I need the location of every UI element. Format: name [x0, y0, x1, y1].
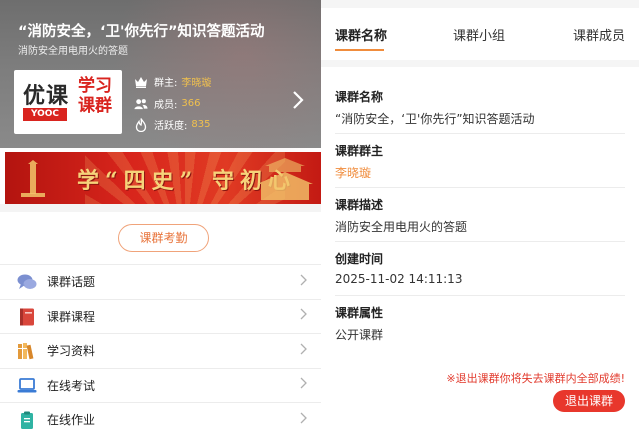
- info-label: 创建时间: [335, 252, 384, 266]
- menu-item-label: 在线考试: [47, 378, 96, 393]
- info-label: 课群名称: [335, 90, 384, 104]
- people-icon: [134, 97, 148, 111]
- chevron-right-icon: [300, 274, 307, 290]
- crown-icon: [134, 75, 148, 89]
- chevron-right-icon: [300, 412, 307, 428]
- attendance-button[interactable]: 课群考勤: [118, 224, 209, 252]
- tab-group-name[interactable]: 课群名称: [335, 25, 387, 44]
- info-label: 课群群主: [335, 144, 384, 158]
- menu-item-label: 课群课程: [47, 309, 96, 324]
- owner-label: 群主:: [154, 78, 178, 89]
- group-description: 消防安全用电用火的答题: [18, 46, 128, 57]
- chevron-right-icon: [300, 343, 307, 359]
- chevron-right-icon: [300, 377, 307, 393]
- menu-item-courses[interactable]: 课群课程: [0, 298, 321, 334]
- info-tabs: 课群名称 课群小组 课群成员: [321, 8, 639, 60]
- info-value: “消防安全，‘卫'你先行”知识答题活动: [335, 112, 535, 126]
- flame-icon: [134, 117, 148, 132]
- laptop-icon: [17, 377, 37, 392]
- chevron-right-icon[interactable]: [292, 90, 304, 115]
- info-value: 消防安全用电用火的答题: [335, 220, 468, 234]
- activity-value: 835: [191, 119, 211, 130]
- section-divider: [0, 204, 321, 212]
- info-row-created: 创建时间 2025-11-02 14:11:13: [335, 250, 625, 296]
- menu-item-label: 课群话题: [47, 275, 96, 290]
- menu-item-exams[interactable]: 在线考试: [0, 367, 321, 403]
- menu-item-materials[interactable]: 学习资料: [0, 333, 321, 368]
- owner-name[interactable]: 李晓璇: [181, 74, 211, 89]
- menu-item-label: 学习资料: [47, 344, 96, 359]
- info-row-name: 课群名称 “消防安全，‘卫'你先行”知识答题活动: [335, 88, 625, 134]
- logo-brand-en: YOOC: [23, 108, 67, 121]
- info-value: 公开课群: [335, 328, 384, 342]
- chevron-right-icon: [300, 308, 307, 324]
- group-owner: 群主: 李晓璇: [134, 74, 211, 89]
- book-icon: [20, 308, 34, 325]
- tiananmen-icon: [257, 158, 313, 200]
- chat-bubbles-icon: [17, 274, 37, 289]
- info-value: 2025-11-02 14:11:13: [335, 272, 463, 286]
- group-activity: 活跃度: 835: [134, 117, 210, 132]
- tab-group-members[interactable]: 课群成员: [573, 25, 625, 44]
- info-label: 课群属性: [335, 306, 384, 320]
- info-row-description: 课群描述 消防安全用电用火的答题: [335, 196, 625, 242]
- group-title: “消防安全，‘卫'你先行”知识答题活动: [18, 24, 265, 40]
- members-value: 366: [181, 98, 201, 109]
- group-info-panel: 课群名称 课群小组 课群成员 课群名称 “消防安全，‘卫'你先行”知识答题活动 …: [321, 0, 639, 431]
- quit-group-button[interactable]: 退出课群: [553, 390, 625, 412]
- group-info-list: 课群名称 “消防安全，‘卫'你先行”知识答题活动 课群群主 李晓璇 课群描述 消…: [321, 67, 639, 431]
- yooc-logo: 优课 YOOC 学习课群: [14, 70, 122, 134]
- activity-label: 活跃度:: [154, 121, 188, 132]
- clipboard-icon: [21, 411, 33, 429]
- group-menu: 课群话题 课群课程 学习资料 在线考试 在线作业: [0, 264, 321, 431]
- info-label: 课群描述: [335, 198, 384, 212]
- quit-warning: ※退出课群你将失去课群内全部成绩!: [446, 372, 625, 385]
- members-label: 成员:: [154, 100, 178, 111]
- menu-item-topics[interactable]: 课群话题: [0, 264, 321, 299]
- active-tab-indicator: [335, 49, 384, 51]
- group-header: “消防安全，‘卫'你先行”知识答题活动 消防安全用电用火的答题 优课 YOOC …: [0, 0, 321, 170]
- logo-brand-cn: 优课: [23, 84, 70, 109]
- group-detail-panel: “消防安全，‘卫'你先行”知识答题活动 消防安全用电用火的答题 优课 YOOC …: [0, 0, 321, 431]
- group-members-count: 成员: 366: [134, 96, 200, 111]
- books-shelf-icon: [18, 343, 34, 360]
- promo-banner[interactable]: 学“四史” 守初心: [5, 152, 321, 204]
- info-row-type: 课群属性 公开课群: [335, 304, 625, 350]
- monument-icon: [21, 160, 45, 197]
- menu-item-homework[interactable]: 在线作业: [0, 402, 321, 431]
- info-row-owner: 课群群主 李晓璇: [335, 142, 625, 188]
- info-value[interactable]: 李晓璇: [335, 164, 371, 181]
- menu-item-label: 在线作业: [47, 413, 96, 428]
- logo-tagline: 学习课群: [78, 76, 112, 116]
- tab-group-teams[interactable]: 课群小组: [453, 25, 505, 44]
